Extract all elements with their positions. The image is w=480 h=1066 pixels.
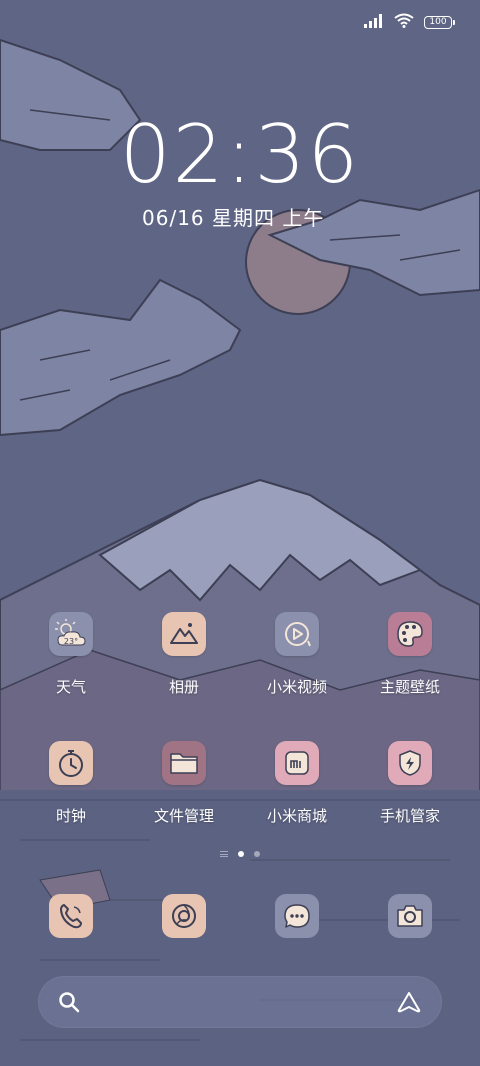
app-clock[interactable]: 时钟 bbox=[16, 741, 126, 826]
themes-icon bbox=[388, 612, 432, 656]
weather-icon: 23° bbox=[49, 612, 93, 656]
battery-icon: 100 bbox=[424, 15, 455, 29]
app-label: 天气 bbox=[55, 678, 86, 696]
video-icon bbox=[275, 612, 319, 656]
gallery-icon bbox=[162, 612, 206, 656]
dock-camera[interactable] bbox=[355, 894, 465, 938]
app-themes[interactable]: 主题壁纸 bbox=[355, 612, 465, 697]
app-weather[interactable]: 23° 天气 bbox=[16, 612, 126, 697]
app-mi-video[interactable]: 小米视频 bbox=[242, 612, 352, 697]
app-security[interactable]: 手机管家 bbox=[355, 741, 465, 826]
assistant-icon[interactable] bbox=[396, 991, 422, 1017]
page-dot-active bbox=[238, 851, 244, 857]
page-indicator[interactable] bbox=[0, 851, 480, 857]
signal-icon bbox=[364, 13, 384, 32]
app-label: 文件管理 bbox=[153, 807, 214, 825]
app-label: 主题壁纸 bbox=[379, 678, 440, 696]
wifi-icon bbox=[394, 13, 414, 32]
phone-icon bbox=[49, 894, 93, 938]
clock-date[interactable]: 06/16 星期四 上午 bbox=[142, 202, 324, 231]
page-dot bbox=[254, 851, 260, 857]
dock-phone[interactable] bbox=[16, 894, 126, 938]
browser-icon bbox=[162, 894, 206, 938]
search-icon[interactable] bbox=[58, 991, 80, 1017]
battery-level: 100 bbox=[429, 16, 447, 27]
search-bar[interactable] bbox=[38, 976, 442, 1028]
app-file-manager[interactable]: 文件管理 bbox=[129, 741, 239, 826]
mi-store-icon bbox=[275, 741, 319, 785]
weather-temp: 23° bbox=[64, 637, 78, 646]
app-gallery[interactable]: 相册 bbox=[129, 612, 239, 697]
app-label: 手机管家 bbox=[379, 807, 440, 825]
status-bar: 100 bbox=[364, 12, 455, 32]
app-label: 时钟 bbox=[55, 807, 86, 825]
security-icon bbox=[388, 741, 432, 785]
clock-time[interactable]: 02:36 bbox=[0, 108, 480, 201]
dock-browser[interactable] bbox=[129, 894, 239, 938]
messages-icon bbox=[275, 894, 319, 938]
dock-messages[interactable] bbox=[242, 894, 352, 938]
app-label: 相册 bbox=[168, 678, 199, 696]
app-mi-store[interactable]: 小米商城 bbox=[242, 741, 352, 826]
folder-icon bbox=[162, 741, 206, 785]
clock-icon bbox=[49, 741, 93, 785]
lines-page-icon bbox=[220, 851, 228, 857]
app-label: 小米视频 bbox=[266, 678, 327, 696]
camera-icon bbox=[388, 894, 432, 938]
app-label: 小米商城 bbox=[266, 807, 327, 825]
